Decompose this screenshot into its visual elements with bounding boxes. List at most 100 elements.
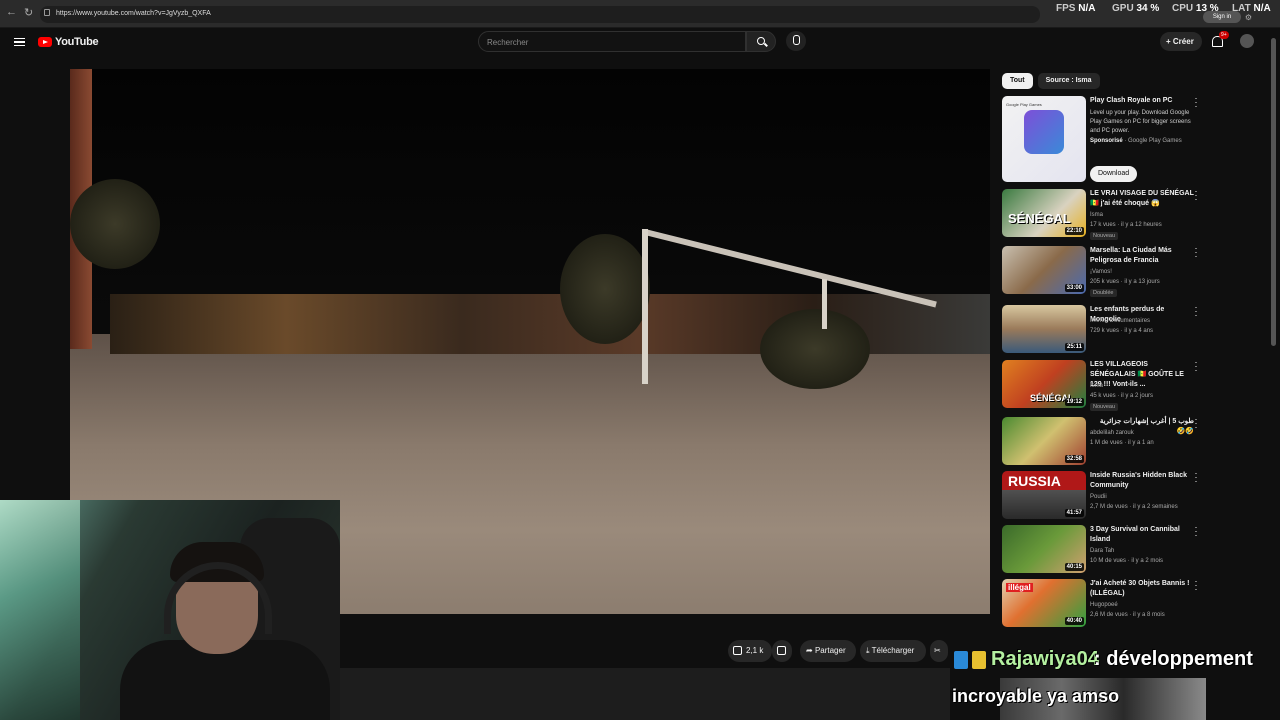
video-title[interactable]: LE VRAI VISAGE DU SÉNÉGAL 🇸🇳 j'ai été ch… [1090,189,1194,209]
video-thumbnail[interactable]: SÉNÉGAL 22:10 [1002,189,1086,237]
download-button[interactable]: ⤓ Télécharger [860,640,926,662]
recommendation-item[interactable]: SÉNÉGAL 22:10 LE VRAI VISAGE DU SÉNÉGAL … [1002,187,1202,240]
brand-name: YouTube [55,36,99,48]
recommendation-item[interactable]: SÉNÉGAL 19:12 LES VILLAGEOIS SÉNÉGALAIS … [1002,358,1202,411]
share-button[interactable]: ➦ Partager [800,640,856,662]
video-duration: 40:15 [1064,563,1084,571]
webcam-overlay [0,500,340,720]
video-thumbnail[interactable]: 33:00 [1002,246,1086,294]
sponsored-title[interactable]: Play Clash Royale on PC [1090,96,1194,106]
video-title[interactable]: Marsella: La Ciudad Más Peligrosa de Fra… [1090,246,1194,266]
channel-name[interactable]: ¡Vamos! [1090,268,1200,277]
video-title[interactable]: J'ai Acheté 30 Objets Bannis ! (ILLÉGAL) [1090,579,1194,599]
video-title[interactable]: 3 Day Survival on Cannibal Island [1090,525,1194,545]
video-thumbnail[interactable]: RUSSIA 41:57 [1002,471,1086,519]
thumbs-up-icon [733,646,742,656]
scissors-icon: ✂ [934,646,941,655]
video-title[interactable]: Inside Russia's Hidden Black Community [1090,471,1194,491]
video-meta: 205 k vues · il y a 13 jours [1090,279,1160,285]
reload-icon[interactable]: ↻ [24,6,33,19]
more-options-icon[interactable]: · · · [1194,303,1198,320]
menu-icon[interactable] [14,38,25,46]
create-label: Créer [1172,37,1194,46]
search-icon [757,37,765,45]
description-area [340,668,950,720]
sponsored-card[interactable]: Google Play Games Play Clash Royale on P… [1002,94,1202,186]
video-meta: 17 k vues · il y a 12 heures [1090,222,1162,228]
thumbnail-text: SÉNÉGAL [1008,211,1071,226]
video-meta: 2,6 M de vues · il y a 8 mois [1090,612,1165,618]
more-options-icon[interactable]: · · · [1194,358,1198,375]
thumbnail-text: illégal [1006,583,1033,592]
sponsored-line: Sponsorisé · Google Play Games [1090,138,1182,144]
video-thumbnail[interactable]: 40:15 [1002,525,1086,573]
account-avatar[interactable] [1240,34,1254,48]
channel-name[interactable]: Isma [1090,211,1200,220]
video-thumbnail[interactable]: 25:11 [1002,305,1086,353]
page-scrollbar[interactable] [1271,38,1276,346]
video-thumbnail[interactable]: SÉNÉGAL 19:12 [1002,360,1086,408]
video-duration: 40:40 [1064,617,1084,625]
channel-name[interactable]: abdelilah zarouk [1090,429,1200,438]
share-icon: ➦ [806,646,815,655]
video-meta: 2,7 M de vues · il y a 2 semaines [1090,504,1178,510]
more-options-icon[interactable]: · · · [1194,244,1198,261]
more-options-icon[interactable]: · · · [1194,577,1198,594]
recommendation-item[interactable]: 25:11 Les enfants perdus de Mongolie Imi… [1002,303,1202,355]
search-button[interactable] [746,31,776,52]
video-scene-post [642,229,648,384]
chat-overlay: Rajawiya04 : développement incroyable ya… [948,642,1253,720]
video-meta: 1 M de vues · il y a 1 an [1090,440,1154,446]
video-thumbnail[interactable]: 32:58 [1002,417,1086,465]
channel-name[interactable]: Dara Tah [1090,547,1200,556]
chat-message-continued: incroyable ya amso [952,686,1120,706]
create-button[interactable]: + Créer [1160,32,1202,51]
channel-name[interactable]: Isma [1090,382,1200,391]
notification-count: 9+ [1219,31,1229,39]
video-scene-plant [760,309,870,389]
recommendation-item[interactable]: RUSSIA 41:57 Inside Russia's Hidden Blac… [1002,469,1202,521]
search-input[interactable]: Rechercher [478,31,746,52]
video-meta: 45 k vues · il y a 2 jours [1090,393,1154,399]
extension-icon[interactable]: ⚙ [1245,13,1252,22]
share-label: Partager [814,646,846,655]
download-cta-button[interactable]: Download [1090,166,1138,182]
clip-button[interactable]: ✂ [930,640,948,662]
more-options-icon[interactable]: · · · [1194,469,1198,486]
sponsored-thumbnail[interactable]: Google Play Games [1002,96,1086,182]
chip-all[interactable]: Tout [1002,73,1033,89]
more-options-icon[interactable]: · · · [1194,415,1198,432]
like-button[interactable]: 2,1 k [728,640,772,662]
voice-search-button[interactable] [786,31,806,51]
video-duration: 32:58 [1064,455,1084,463]
sign-in-button[interactable]: Sign in [1203,11,1241,23]
back-icon[interactable]: ← [6,6,17,18]
address-bar[interactable]: https://www.youtube.com/watch?v=JgVyzb_Q… [40,6,1040,23]
hud-gpu: GPU 34 % [1112,3,1160,14]
chat-badge-icon [954,651,968,669]
filter-chips: Tout Source : Isma [1002,73,1100,89]
video-meta: 10 M de vues · il y a 2 mois [1090,558,1164,564]
dislike-button[interactable] [772,640,792,662]
video-duration: 19:12 [1064,398,1084,406]
video-duration: 33:00 [1064,284,1084,292]
more-options-icon[interactable]: · · · [1194,94,1198,111]
channel-name[interactable]: Poudii [1090,493,1200,502]
recommendation-item[interactable]: 32:58 طوب 5 | أغرب إشهارات جزائرية 🤣🤣 ab… [1002,415,1202,467]
video-thumbnail[interactable]: illégal 40:40 [1002,579,1086,627]
chip-source[interactable]: Source : Isma [1037,73,1100,89]
video-scene-post [822,279,827,329]
recommendation-item[interactable]: 33:00 Marsella: La Ciudad Más Peligrosa … [1002,244,1202,297]
recommendation-item[interactable]: illégal 40:40 J'ai Acheté 30 Objets Bann… [1002,577,1202,629]
channel-name[interactable]: Imineo Documentaires [1090,317,1200,326]
video-badge: Doublée [1090,289,1117,297]
more-options-icon[interactable]: · · · [1194,187,1198,204]
youtube-header: YouTube Rechercher + Créer 9+ [0,28,1280,58]
channel-name[interactable]: Hugopoeé [1090,601,1200,610]
browser-toolbar: ← ↻ https://www.youtube.com/watch?v=JgVy… [0,0,1280,28]
more-options-icon[interactable]: · · · [1194,523,1198,540]
recommendation-item[interactable]: 40:15 3 Day Survival on Cannibal Island … [1002,523,1202,575]
youtube-logo[interactable]: YouTube [38,36,99,48]
chat-badge-icon [972,651,986,669]
video-badge: Nouveau [1090,232,1119,240]
